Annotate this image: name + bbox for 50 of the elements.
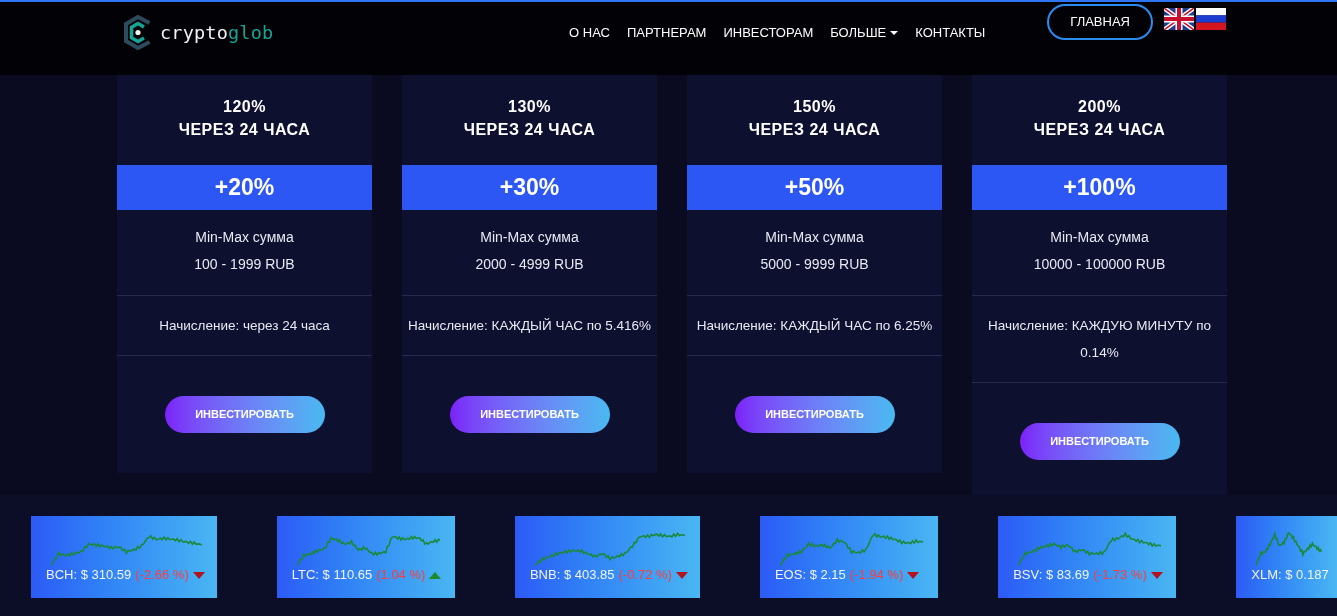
ticker-price: EOS: $ 2.15 [774,567,846,583]
nav-link[interactable]: БОЛЬШЕ [830,23,899,43]
logo-text[interactable]: cryptoglob [160,20,274,45]
invest-button[interactable]: ИНВЕСТИРОВАТЬ [164,396,325,433]
ticker-change: (-2.66 %) [135,567,189,583]
ticker-change: (1.04 %) [376,567,426,583]
down-triangle-icon [675,571,688,579]
nav-link[interactable]: КОНТАКТЫ [915,23,986,43]
ticker-change: (-1.94 %) [849,567,904,583]
nav-link[interactable]: ПАРТНЕРАМ [627,23,707,43]
range-value: 100 - 1999 RUB [194,255,295,274]
uk-flag-icon[interactable] [1164,8,1194,30]
invest-button[interactable]: ИНВЕСТИРОВАТЬ [734,396,895,433]
down-triangle-icon [192,571,205,579]
range-label: Min-Max сумма [480,228,579,247]
ticker-price: LTC: $ 110.65 [291,567,373,583]
hexagon-logo-icon [123,15,153,50]
range-value: 10000 - 100000 RUB [1033,255,1166,274]
home-button[interactable]: ГЛАВНАЯ [1047,4,1153,40]
down-triangle-icon [907,571,920,579]
up-triangle-icon [429,571,442,579]
nav-link[interactable]: ИНВЕСТОРАМ [723,23,814,43]
ticker-change: (-1.73 %) [1093,567,1147,583]
ticker-price: BCH: $ 310.59 [46,567,132,583]
range-label: Min-Max сумма [765,228,864,247]
bonus-banner: +30% [402,165,657,210]
invest-button[interactable]: ИНВЕСТИРОВАТЬ [449,396,610,433]
plan-title: 120% ЧЕРЕЗ 24 ЧАСА [177,97,312,140]
down-triangle-icon [1150,571,1163,579]
bonus-banner: +50% [687,165,942,210]
accrual-text: Начисление: КАЖДЫЙ ЧАС по 6.25% [696,317,933,335]
range-value: 2000 - 4999 RUB [475,255,584,274]
accrual-text: Начисление: КАЖДУЮ МИНУТУ по 0.14% [987,317,1212,362]
russia-flag-icon[interactable] [1196,8,1226,30]
accrual-text: Начисление: через 24 часа [159,317,330,335]
ticker-price: BSV: $ 83.69 [1013,567,1090,583]
nav-link[interactable]: О НАС [569,23,610,43]
ticker-price: BNB: $ 403.85 [529,567,615,583]
plan-title: 130% ЧЕРЕЗ 24 ЧАСА [462,97,597,140]
bonus-banner: +20% [117,165,372,210]
range-value: 5000 - 9999 RUB [760,255,869,274]
plan-title: 200% ЧЕРЕЗ 24 ЧАСА [1032,97,1167,140]
range-label: Min-Max сумма [1050,228,1149,247]
range-label: Min-Max сумма [195,228,294,247]
bonus-banner: +100% [972,165,1227,210]
invest-button[interactable]: ИНВЕСТИРОВАТЬ [1019,423,1180,460]
accrual-text: Начисление: КАЖДЫЙ ЧАС по 5.416% [407,317,652,335]
plan-title: 150% ЧЕРЕЗ 24 ЧАСА [747,97,882,140]
ticker-price: XLM: $ 0.187 [1251,567,1329,583]
ticker-change: (-0.72 %) [618,567,672,583]
